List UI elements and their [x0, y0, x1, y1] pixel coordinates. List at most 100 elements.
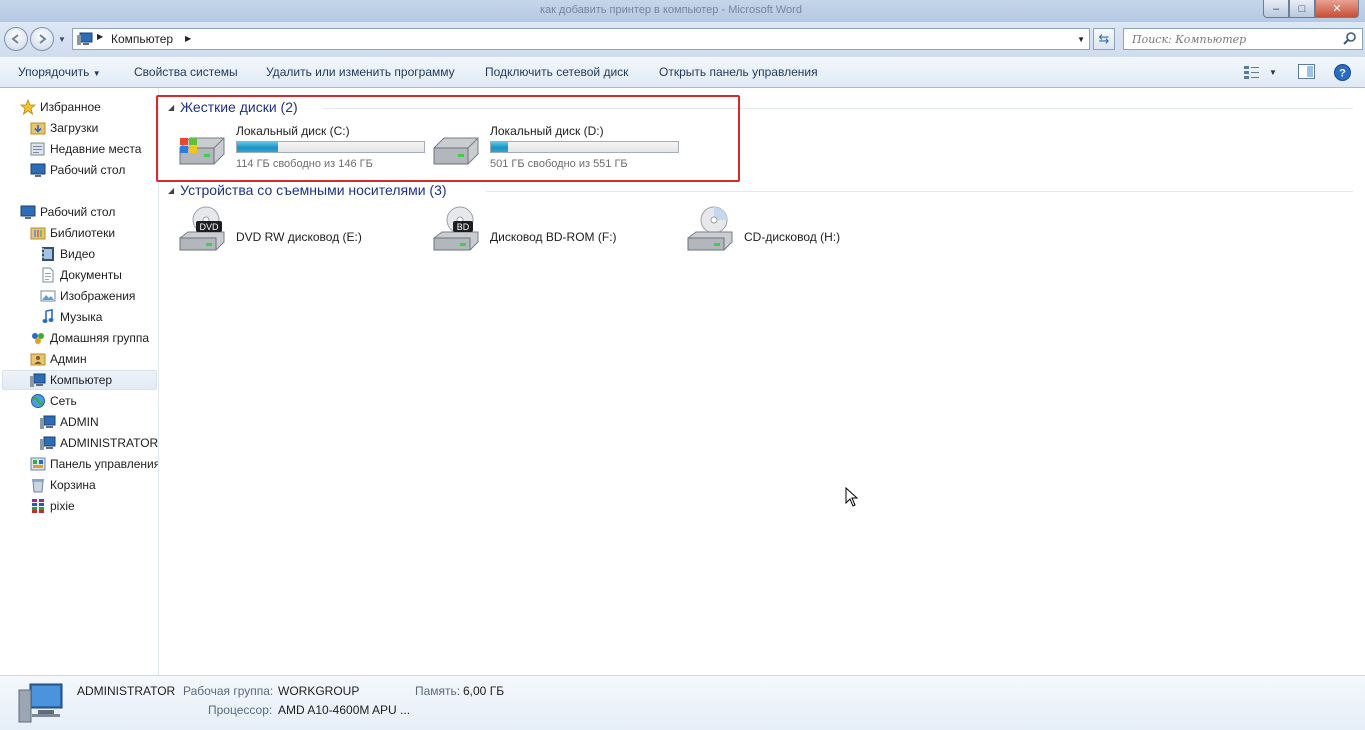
- star-icon: [20, 99, 36, 115]
- view-options-button[interactable]: ▼: [1243, 64, 1277, 80]
- close-button[interactable]: ✕: [1315, 0, 1359, 18]
- dvd-drive-icon: DVD: [179, 206, 225, 251]
- sidebar-item-label: Изображения: [60, 289, 136, 303]
- sidebar-item-pictures[interactable]: Изображения: [40, 286, 135, 306]
- search-icon[interactable]: [1342, 31, 1358, 47]
- sidebar-item-label: Избранное: [40, 100, 101, 114]
- search-input[interactable]: [1124, 29, 1334, 49]
- sidebar-item-label: Корзина: [50, 478, 96, 492]
- recycle-bin-icon: [30, 477, 46, 493]
- cpu-value: AMD A10-4600M APU ...: [278, 703, 411, 717]
- sidebar-item-recycle-bin[interactable]: Корзина: [30, 475, 96, 495]
- video-icon: [40, 246, 56, 262]
- maximize-button[interactable]: □: [1289, 0, 1315, 18]
- breadcrumb-separator-icon[interactable]: ▶: [185, 34, 191, 43]
- sidebar-item-desktop[interactable]: Рабочий стол: [20, 202, 115, 222]
- workgroup-value: WORKGROUP: [278, 684, 360, 698]
- arrow-left-icon: [11, 34, 19, 44]
- sidebar-item-label: ADMINISTRATOR: [60, 436, 159, 450]
- address-row: ▼ ▶ Компьютер ▶ ▼ ⇆: [0, 22, 1365, 57]
- forward-button[interactable]: [30, 27, 54, 51]
- view-list-icon: [1244, 66, 1259, 79]
- sidebar-item-label: Сеть: [50, 394, 77, 408]
- sidebar-item-recent-places[interactable]: Недавние места: [30, 139, 141, 159]
- sidebar-item-label: Рабочий стол: [40, 205, 116, 219]
- window-controls: – □ ✕: [1263, 0, 1359, 18]
- sidebar-item-network[interactable]: Сеть: [30, 391, 77, 411]
- archive-icon: [30, 498, 46, 514]
- sidebar-item-label: Компьютер: [50, 373, 113, 387]
- svg-text:?: ?: [1339, 68, 1346, 80]
- computer-icon: [30, 372, 46, 388]
- preview-pane-icon: [1298, 64, 1315, 79]
- drive-h[interactable]: CD-дисковод (H:): [684, 182, 924, 254]
- sidebar-item-label: Загрузки: [50, 121, 99, 135]
- sidebar-item-label: Рабочий стол: [50, 163, 126, 177]
- back-button[interactable]: [4, 27, 28, 51]
- sidebar-item-pixie[interactable]: pixie: [30, 496, 75, 516]
- sidebar-item-computer[interactable]: Компьютер: [2, 370, 157, 390]
- sidebar-item-favorites[interactable]: Избранное: [20, 97, 101, 117]
- workgroup-label: Рабочая группа:: [183, 684, 274, 698]
- network-icon: [30, 393, 46, 409]
- breadcrumb-separator-icon[interactable]: ▶: [97, 32, 103, 41]
- system-properties-button[interactable]: Свойства системы: [134, 65, 238, 79]
- network-computer-icon: [40, 414, 56, 430]
- refresh-button[interactable]: ⇆: [1093, 28, 1115, 50]
- network-computer-icon: [40, 435, 56, 451]
- sidebar-item-homegroup[interactable]: Домашняя группа: [30, 328, 149, 348]
- recent-places-icon: [30, 141, 46, 157]
- sidebar-item-label: ADMIN: [60, 415, 99, 429]
- address-bar[interactable]: ▶ Компьютер ▶ ▼: [72, 28, 1090, 50]
- arrow-right-icon: [39, 34, 47, 44]
- mouse-cursor-icon: [845, 487, 859, 507]
- help-button[interactable]: ?: [1334, 64, 1351, 81]
- downloads-folder-icon: [30, 120, 46, 136]
- sidebar-item-admin[interactable]: Админ: [30, 349, 87, 369]
- control-panel-icon: [30, 456, 46, 472]
- sidebar-item-libraries[interactable]: Библиотеки: [30, 223, 115, 243]
- libraries-icon: [30, 225, 46, 241]
- minimize-button[interactable]: –: [1263, 0, 1289, 18]
- sidebar-item-label: Панель управления: [50, 457, 159, 471]
- sidebar-item-label: Домашняя группа: [50, 331, 150, 345]
- sidebar-item-label: Недавние места: [50, 142, 142, 156]
- sidebar-item-label: Админ: [50, 352, 87, 366]
- homegroup-icon: [30, 330, 46, 346]
- desktop-icon: [30, 162, 46, 178]
- address-dropdown-icon[interactable]: ▼: [1077, 35, 1085, 44]
- collapse-triangle-icon[interactable]: ◢: [168, 186, 174, 195]
- user-folder-icon: [30, 351, 46, 367]
- music-icon: [40, 309, 56, 325]
- sidebar-item-label: pixie: [50, 499, 75, 513]
- history-dropdown[interactable]: ▼: [58, 35, 66, 44]
- cd-drive-icon: [687, 206, 733, 251]
- preview-pane-button[interactable]: [1298, 64, 1315, 79]
- sidebar-item-downloads[interactable]: Загрузки: [30, 118, 98, 138]
- breadcrumb-computer[interactable]: Компьютер: [111, 32, 173, 46]
- sidebar-item-desktop-fav[interactable]: Рабочий стол: [30, 160, 125, 180]
- organize-label: Упорядочить: [18, 65, 90, 79]
- drive-name: Дисковод BD-ROM (F:): [490, 230, 617, 244]
- uninstall-program-button[interactable]: Удалить или изменить программу: [266, 65, 455, 79]
- command-bar: Упорядочить ▼ Свойства системы Удалить и…: [0, 57, 1365, 88]
- sidebar-item-documents[interactable]: Документы: [40, 265, 122, 285]
- organize-button[interactable]: Упорядочить ▼: [18, 65, 101, 79]
- sidebar-item-administrator-pc[interactable]: ADMINISTRATOR: [40, 433, 158, 453]
- sidebar-item-video[interactable]: Видео: [40, 244, 95, 264]
- sidebar-item-label: Видео: [60, 247, 96, 261]
- drive-f[interactable]: BD Дисковод BD-ROM (F:): [430, 182, 670, 254]
- sidebar-item-music[interactable]: Музыка: [40, 307, 102, 327]
- memory-label: Память:: [415, 684, 461, 698]
- search-box[interactable]: [1123, 28, 1363, 50]
- drive-e[interactable]: DVD DVD RW дисковод (E:): [176, 182, 416, 254]
- open-control-panel-button[interactable]: Открыть панель управления: [659, 65, 818, 79]
- memory-value: 6,00 ГБ: [463, 684, 505, 698]
- sidebar-item-control-panel[interactable]: Панель управления: [30, 454, 159, 474]
- window-title: как добавить принтер в компьютер - Micro…: [540, 4, 802, 16]
- desktop-icon: [20, 204, 36, 220]
- sidebar-item-admin-pc[interactable]: ADMIN: [40, 412, 99, 432]
- navigation-pane: Избранное Загрузки Недавние места Рабочи…: [0, 88, 159, 675]
- cpu-label: Процессор:: [208, 703, 273, 717]
- map-network-drive-button[interactable]: Подключить сетевой диск: [485, 65, 628, 79]
